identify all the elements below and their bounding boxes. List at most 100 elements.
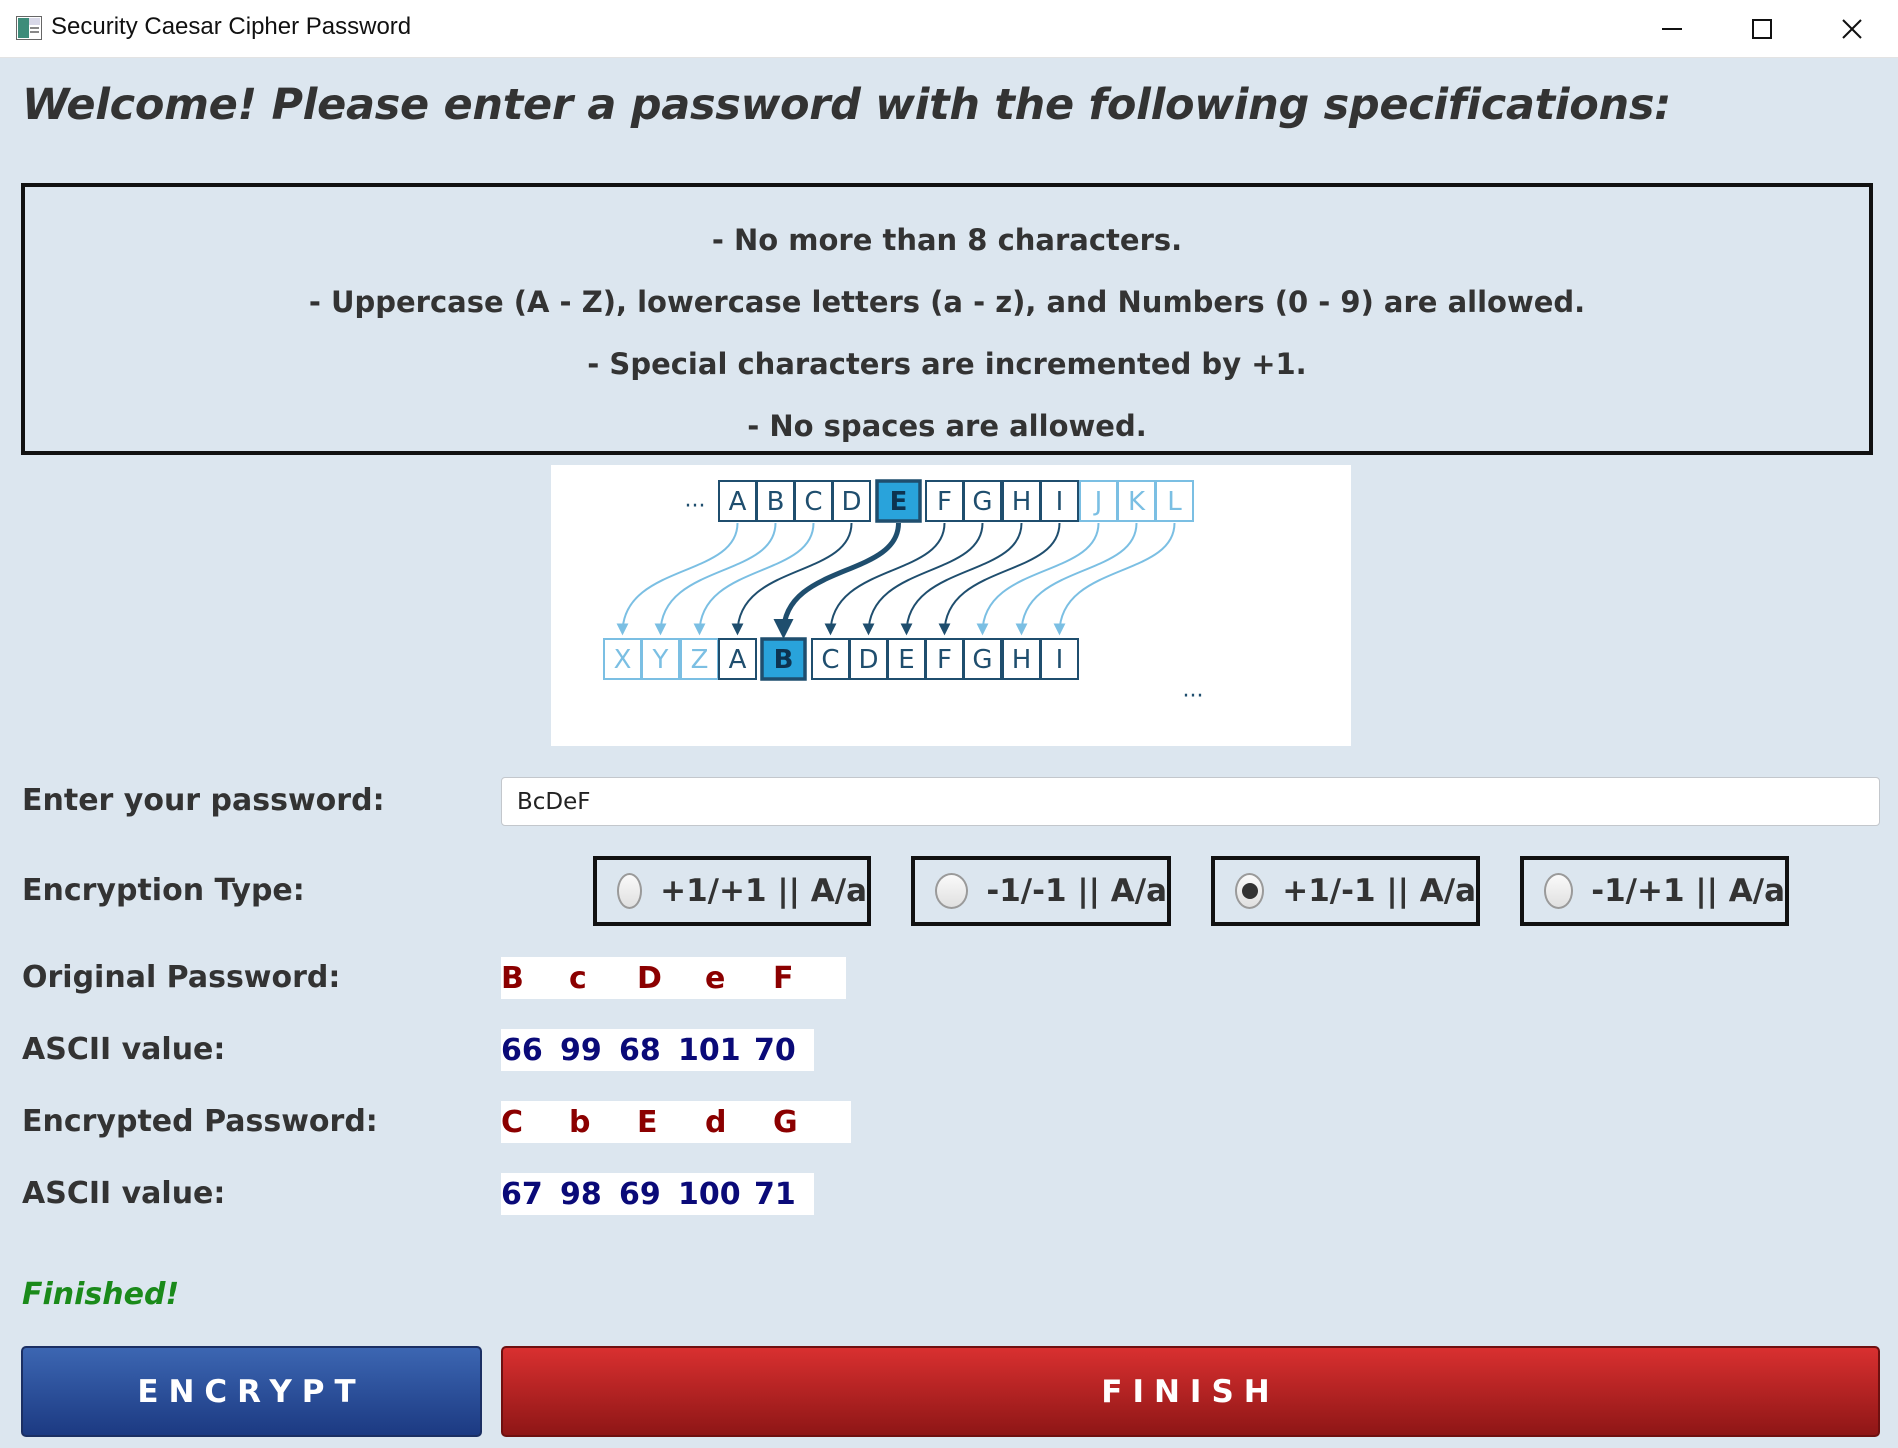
finish-button[interactable]: FINISH <box>501 1346 1880 1437</box>
char-cell: F <box>773 960 794 996</box>
char-cell: c <box>569 960 587 996</box>
plain-letter: F <box>937 487 952 517</box>
plain-letter: I <box>1056 487 1064 517</box>
option-label: -1/-1 || A/a <box>986 873 1167 909</box>
encrypted-password-chars: C b E d G <box>501 1101 851 1143</box>
char-cell: D <box>637 960 662 996</box>
shift-arrow <box>862 522 984 636</box>
top-ellipsis: ··· <box>685 494 706 519</box>
encryption-option-minus-plus[interactable]: -1/+1 || A/a <box>1520 856 1789 926</box>
shifted-letter: A <box>729 645 747 675</box>
ascii-cell: 101 <box>678 1032 741 1068</box>
shifted-alphabet-row: XYZABCDEFGHI <box>603 637 1079 681</box>
highlight-arrow <box>773 522 901 639</box>
plain-letter: H <box>1012 487 1032 517</box>
app-icon <box>16 16 42 40</box>
radio-button-selected-icon[interactable] <box>1235 873 1265 909</box>
radio-button-icon[interactable] <box>935 873 969 909</box>
char-cell: b <box>569 1104 591 1140</box>
welcome-heading: Welcome! Please enter a password with th… <box>22 80 1672 130</box>
ascii-cell: 71 <box>754 1176 796 1212</box>
ascii-cell: 68 <box>619 1032 661 1068</box>
radio-dot <box>1241 883 1258 899</box>
shifted-letter: X <box>614 645 632 675</box>
plain-letter: E <box>890 487 908 517</box>
window-title: Security Caesar Cipher Password <box>51 13 412 40</box>
encryption-option-plus-minus[interactable]: +1/-1 || A/a <box>1211 856 1480 926</box>
ascii-value-label: ASCII value: <box>22 1032 226 1067</box>
radio-button-icon[interactable] <box>1544 873 1574 909</box>
char-cell: G <box>773 1104 798 1140</box>
plain-letter: A <box>729 487 747 517</box>
shift-arrow <box>616 522 739 636</box>
shifted-letter: Z <box>691 645 709 675</box>
minimize-button[interactable] <box>1626 0 1718 57</box>
plain-letter: L <box>1167 487 1182 517</box>
shift-arrow <box>976 522 1100 636</box>
option-label: +1/+1 || A/a <box>660 873 867 909</box>
spec-line: - No spaces are allowed. <box>747 409 1147 443</box>
spec-line: - No more than 8 characters. <box>711 223 1183 257</box>
maximize-icon <box>1752 18 1772 39</box>
plain-letter: B <box>767 487 785 517</box>
encryption-type-label: Encryption Type: <box>22 873 305 908</box>
shift-arrow <box>693 522 815 636</box>
shift-arrow <box>1053 522 1176 636</box>
ascii-cell: 99 <box>560 1032 602 1068</box>
ascii-cell: 98 <box>560 1176 602 1212</box>
app-window: Security Caesar Cipher Password Welcome!… <box>0 0 1898 1448</box>
status-message: Finished! <box>22 1277 180 1312</box>
char-cell: B <box>501 960 524 996</box>
encryption-option-plus-plus[interactable]: +1/+1 || A/a <box>593 856 871 926</box>
char-cell: C <box>501 1104 524 1140</box>
shifted-letter: H <box>1012 645 1032 675</box>
shifted-letter: Y <box>652 645 669 675</box>
ascii-cell: 100 <box>678 1176 741 1212</box>
cipher-arrows <box>616 522 1176 639</box>
ascii-cell: 67 <box>501 1176 543 1212</box>
plain-alphabet-row: ABCDEFGHIJKL <box>718 479 1194 523</box>
ascii-cell: 66 <box>501 1032 543 1068</box>
password-input[interactable] <box>501 777 1880 826</box>
ascii-cell: 70 <box>754 1032 796 1068</box>
shift-arrow <box>900 522 1023 636</box>
encryption-option-minus-minus[interactable]: -1/-1 || A/a <box>911 856 1171 926</box>
title-bar: Security Caesar Cipher Password <box>0 0 1898 58</box>
password-label: Enter your password: <box>22 783 385 818</box>
spec-line: - Special characters are incremented by … <box>587 347 1307 381</box>
specifications-box: - No more than 8 characters. - Uppercase… <box>21 183 1873 455</box>
original-password-label: Original Password: <box>22 960 341 995</box>
close-icon <box>1842 18 1862 39</box>
shifted-letter: E <box>898 645 914 675</box>
minimize-icon <box>1662 27 1682 30</box>
char-cell: e <box>705 960 726 996</box>
shifted-letter: B <box>774 645 794 675</box>
shifted-letter: G <box>972 645 992 675</box>
shift-arrow <box>654 522 777 636</box>
option-label: -1/+1 || A/a <box>1591 873 1785 909</box>
option-label: +1/-1 || A/a <box>1282 873 1476 909</box>
encrypted-password-label: Encrypted Password: <box>22 1104 378 1139</box>
radio-button-icon[interactable] <box>617 873 643 909</box>
encrypted-ascii-values: 67 98 69 100 71 <box>501 1173 814 1215</box>
char-cell: d <box>705 1104 727 1140</box>
close-button[interactable] <box>1806 0 1898 57</box>
bottom-ellipsis: ··· <box>1183 684 1204 709</box>
shifted-letter: F <box>937 645 952 675</box>
shift-arrow <box>731 522 853 636</box>
ascii-cell: 69 <box>619 1176 661 1212</box>
char-cell: E <box>637 1104 658 1140</box>
shifted-letter: I <box>1056 645 1064 675</box>
shifted-letter: C <box>821 645 839 675</box>
plain-letter: G <box>972 487 992 517</box>
ascii-value-label: ASCII value: <box>22 1176 226 1211</box>
plain-letter: D <box>841 487 861 517</box>
spec-line: - Uppercase (A - Z), lowercase letters (… <box>308 285 1586 319</box>
caesar-cipher-diagram: ABCDEFGHIJKL XYZABCDEFGHI ··· ··· <box>551 465 1351 746</box>
original-password-chars: B c D e F <box>501 957 846 999</box>
plain-letter: K <box>1128 487 1146 517</box>
shift-arrow <box>938 522 1061 636</box>
maximize-button[interactable] <box>1716 0 1808 57</box>
plain-letter: C <box>804 487 822 517</box>
encrypt-button[interactable]: ENCRYPT <box>21 1346 482 1437</box>
